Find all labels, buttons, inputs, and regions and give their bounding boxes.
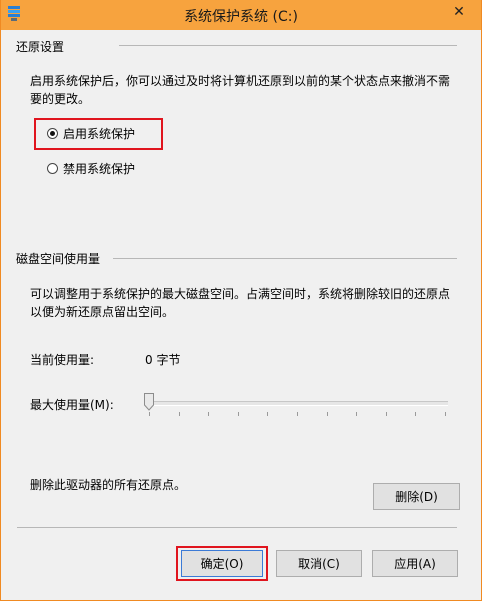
slider-tick: [237, 412, 239, 416]
close-icon[interactable]: ✕: [443, 1, 475, 23]
cancel-button[interactable]: 取消(C): [276, 550, 362, 577]
slider-tick: [326, 412, 328, 416]
max-usage-label: 最大使用量(M):: [30, 398, 114, 412]
max-usage-slider[interactable]: [147, 401, 448, 406]
slider-tick: [297, 412, 298, 416]
delete-button[interactable]: 删除(D): [373, 483, 460, 510]
enable-protection-radio[interactable]: 启用系统保护: [47, 125, 135, 142]
slider-tick: [385, 412, 387, 416]
slider-tick: [415, 412, 417, 416]
divider: [119, 45, 457, 46]
divider: [113, 258, 457, 259]
delete-description: 删除此驱动器的所有还原点。: [30, 478, 187, 492]
enable-protection-label[interactable]: 启用系统保护: [63, 125, 135, 142]
ok-button[interactable]: 确定(O): [181, 550, 263, 577]
slider-tick: [149, 412, 150, 416]
disable-protection-label[interactable]: 禁用系统保护: [63, 160, 135, 177]
radio-unchecked-icon[interactable]: [47, 163, 58, 174]
disk-description-line2: 以便为新还原点留出空间。: [30, 305, 175, 319]
restore-description-line1: 启用系统保护后，你可以通过及时将计算机还原到以前的某个状态点来撤消不需: [30, 74, 451, 88]
restore-settings-label: 还原设置: [16, 40, 65, 54]
disk-description-line1: 可以调整用于系统保护的最大磁盘空间。占满空间时，系统将删除较旧的还原点: [30, 287, 451, 301]
slider-thumb[interactable]: [144, 393, 154, 411]
radio-checked-icon[interactable]: [47, 128, 58, 139]
current-usage-label: 当前使用量:: [30, 353, 95, 367]
slider-tick: [178, 412, 180, 416]
slider-tick: [267, 412, 269, 416]
slider-tick: [208, 412, 210, 416]
current-usage-value: 0 字节: [145, 353, 181, 367]
disk-usage-label: 磁盘空间使用量: [16, 252, 101, 266]
apply-button[interactable]: 应用(A): [372, 550, 458, 577]
title-bar[interactable]: 系统保护系统 (C:) ✕: [1, 0, 481, 30]
footer-divider: [17, 527, 457, 528]
system-protection-dialog: 系统保护系统 (C:) ✕ 还原设置 启用系统保护后，你可以通过及时将计算机还原…: [0, 0, 482, 601]
slider-tick: [356, 412, 358, 416]
disable-protection-radio[interactable]: 禁用系统保护: [47, 160, 135, 177]
slider-tick: [445, 412, 446, 416]
restore-description-line2: 要的更改。: [30, 92, 91, 106]
window-title: 系统保护系统 (C:): [184, 9, 298, 25]
